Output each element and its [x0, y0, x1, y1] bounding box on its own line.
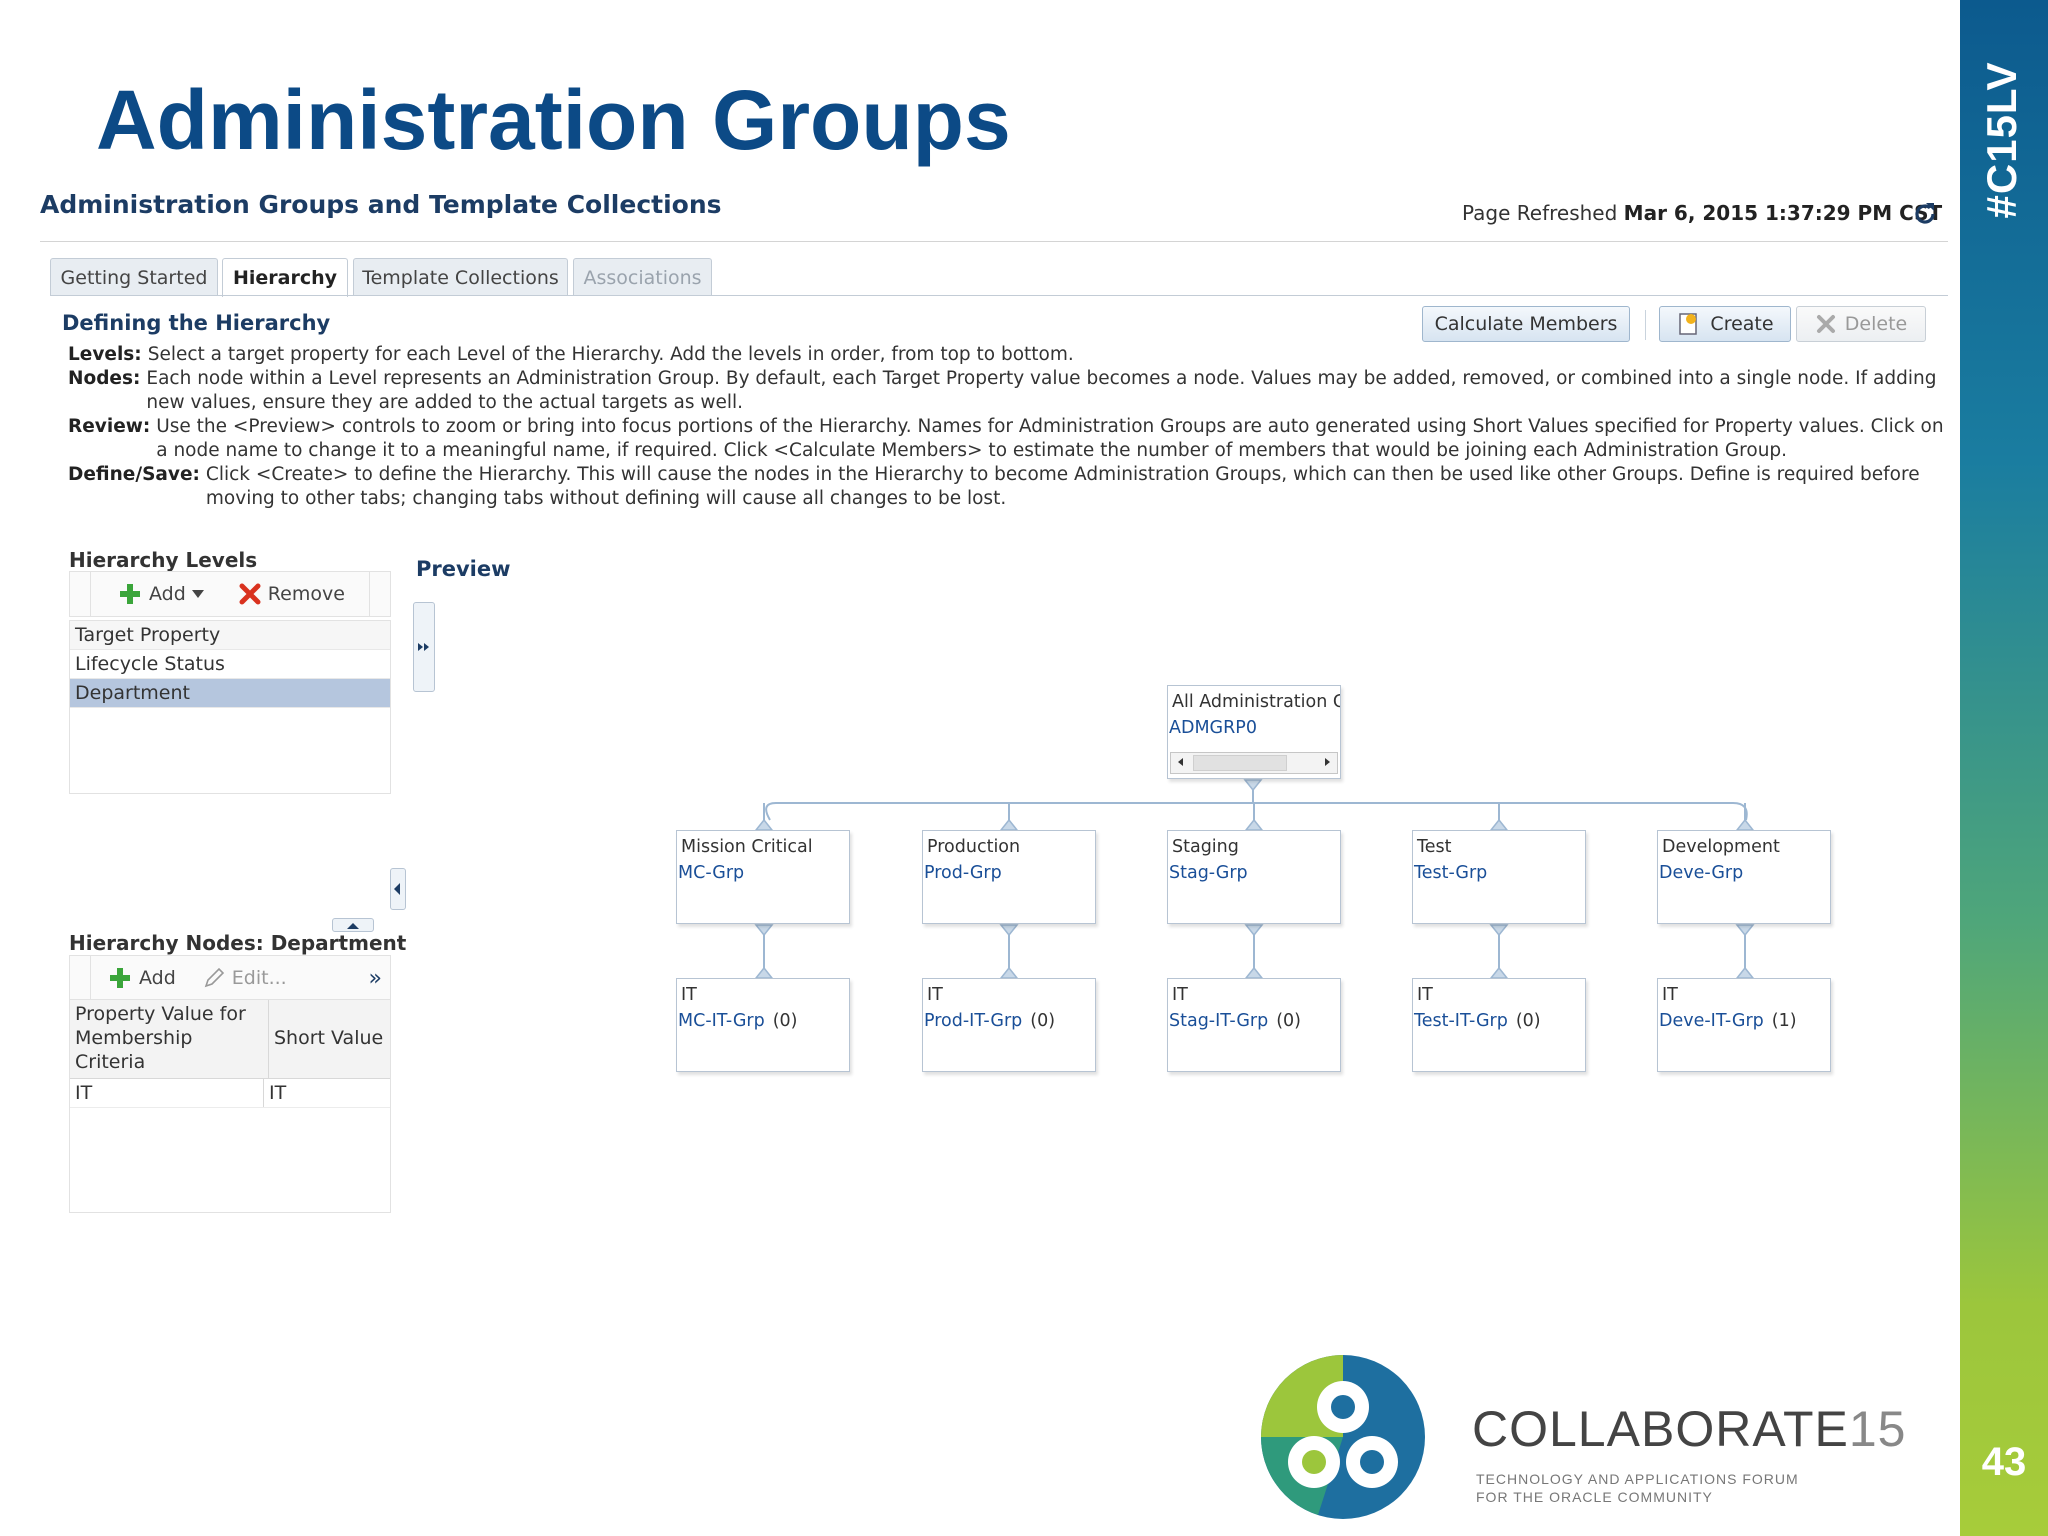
hierarchy-node-level2[interactable]: IT Test-IT-Grp (0) — [1412, 978, 1586, 1072]
node-title: Staging — [1172, 837, 1239, 857]
node-title: Test — [1417, 837, 1452, 857]
node-link-wrap: Deve-IT-Grp (1) — [1659, 1011, 1797, 1031]
node-title: IT — [927, 985, 943, 1005]
scroll-left-icon[interactable] — [1175, 753, 1187, 771]
hierarchy-node-level2[interactable]: IT MC-IT-Grp (0) — [676, 978, 850, 1072]
hierarchy-node-level2[interactable]: IT Prod-IT-Grp (0) — [922, 978, 1096, 1072]
member-count: (0) — [1515, 1011, 1541, 1031]
logo-main: COLLABORATE — [1472, 1401, 1849, 1457]
node-link[interactable]: Prod-Grp — [924, 863, 1002, 883]
hierarchy-connectors — [754, 779, 1755, 979]
tagline-line-1: TECHNOLOGY AND APPLICATIONS FORUM — [1476, 1471, 1799, 1487]
node-title: IT — [1662, 985, 1678, 1005]
hierarchy-node-root[interactable]: All Administration Gr ADMGRP0 — [1167, 685, 1341, 779]
node-title: Production — [927, 837, 1021, 857]
node-link[interactable]: MC-IT-Grp — [678, 1011, 765, 1031]
node-link[interactable]: Test-IT-Grp — [1414, 1011, 1508, 1031]
hierarchy-node-level1[interactable]: Development Deve-Grp — [1657, 830, 1831, 924]
member-count: (0) — [1276, 1011, 1301, 1031]
node-link[interactable]: Deve-IT-Grp — [1659, 1011, 1764, 1031]
node-title: IT — [681, 985, 697, 1005]
node-link[interactable]: Test-Grp — [1414, 863, 1487, 883]
hierarchy-node-level1[interactable]: Mission Critical MC-Grp — [676, 830, 850, 924]
tagline-line-2: FOR THE ORACLE COMMUNITY — [1476, 1489, 1713, 1505]
hierarchy-node-level2[interactable]: IT Deve-IT-Grp (1) — [1657, 978, 1831, 1072]
hierarchy-node-level1[interactable]: Production Prod-Grp — [922, 830, 1096, 924]
node-link[interactable]: MC-Grp — [678, 863, 744, 883]
node-link-wrap: Stag-IT-Grp (0) — [1169, 1011, 1301, 1031]
collaborate-logo-text: COLLABORATE15 — [1472, 1400, 1906, 1458]
horizontal-scrollbar[interactable] — [1170, 752, 1338, 774]
node-link-wrap: MC-IT-Grp (0) — [678, 1011, 798, 1031]
node-link[interactable]: Stag-Grp — [1169, 863, 1248, 883]
node-title: All Administration Gr — [1172, 692, 1341, 712]
scroll-right-icon[interactable] — [1321, 753, 1333, 771]
collaborate-logo-icon — [1261, 1355, 1425, 1519]
node-link-wrap: Prod-IT-Grp (0) — [924, 1011, 1055, 1031]
hierarchy-node-level1[interactable]: Test Test-Grp — [1412, 830, 1586, 924]
node-link[interactable]: Stag-IT-Grp — [1169, 1011, 1268, 1031]
node-title: IT — [1417, 985, 1433, 1005]
member-count: (0) — [772, 1011, 798, 1031]
member-count: (0) — [1030, 1011, 1056, 1031]
node-title: Mission Critical — [681, 837, 813, 857]
node-title: Development — [1662, 837, 1780, 857]
node-link[interactable]: ADMGRP0 — [1169, 718, 1257, 738]
node-title: IT — [1172, 985, 1188, 1005]
node-link-wrap: Test-IT-Grp (0) — [1414, 1011, 1541, 1031]
logo-number: 15 — [1848, 1401, 1907, 1457]
hierarchy-node-level2[interactable]: IT Stag-IT-Grp (0) — [1167, 978, 1341, 1072]
node-link[interactable]: Deve-Grp — [1659, 863, 1743, 883]
hierarchy-node-level1[interactable]: Staging Stag-Grp — [1167, 830, 1341, 924]
scroll-thumb[interactable] — [1193, 755, 1287, 771]
logo-tagline: TECHNOLOGY AND APPLICATIONS FORUM FOR TH… — [1476, 1470, 1799, 1506]
member-count: (1) — [1771, 1011, 1797, 1031]
node-link[interactable]: Prod-IT-Grp — [924, 1011, 1022, 1031]
